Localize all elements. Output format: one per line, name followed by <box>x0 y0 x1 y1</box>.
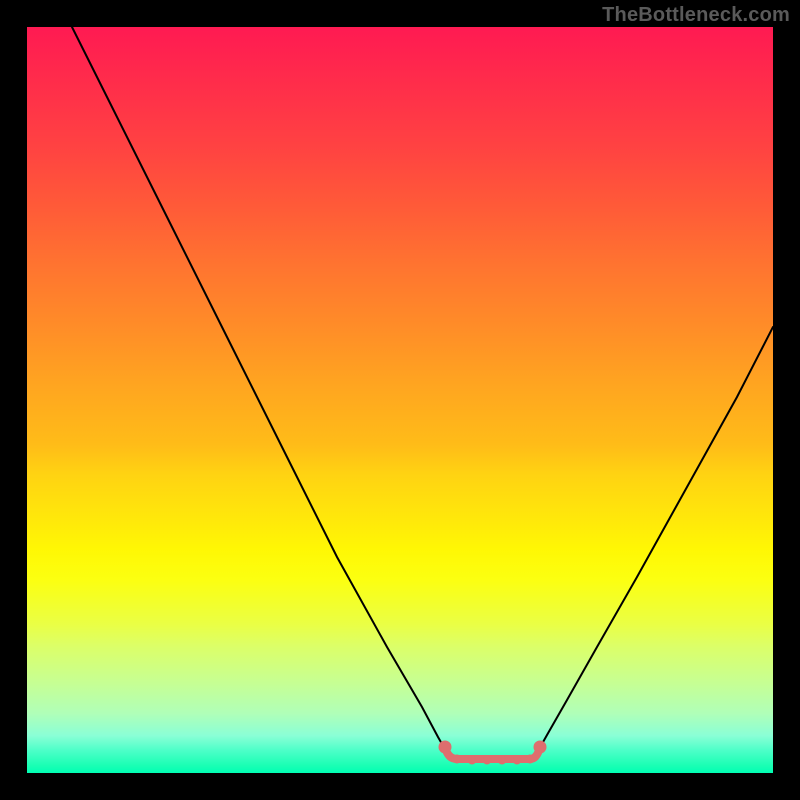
curve-marker <box>498 756 506 764</box>
plot-area <box>27 27 773 773</box>
curve-marker <box>468 756 476 764</box>
curve-marker <box>513 756 521 764</box>
watermark-text: TheBottleneck.com <box>602 4 790 27</box>
bottleneck-curve <box>72 27 773 759</box>
chart-svg <box>27 27 773 773</box>
curve-marker <box>534 741 546 753</box>
curve-marker <box>483 756 491 764</box>
chart-frame: TheBottleneck.com <box>0 0 800 800</box>
curve-marker <box>526 755 534 763</box>
curve-marker <box>439 741 451 753</box>
curve-marker <box>453 755 461 763</box>
